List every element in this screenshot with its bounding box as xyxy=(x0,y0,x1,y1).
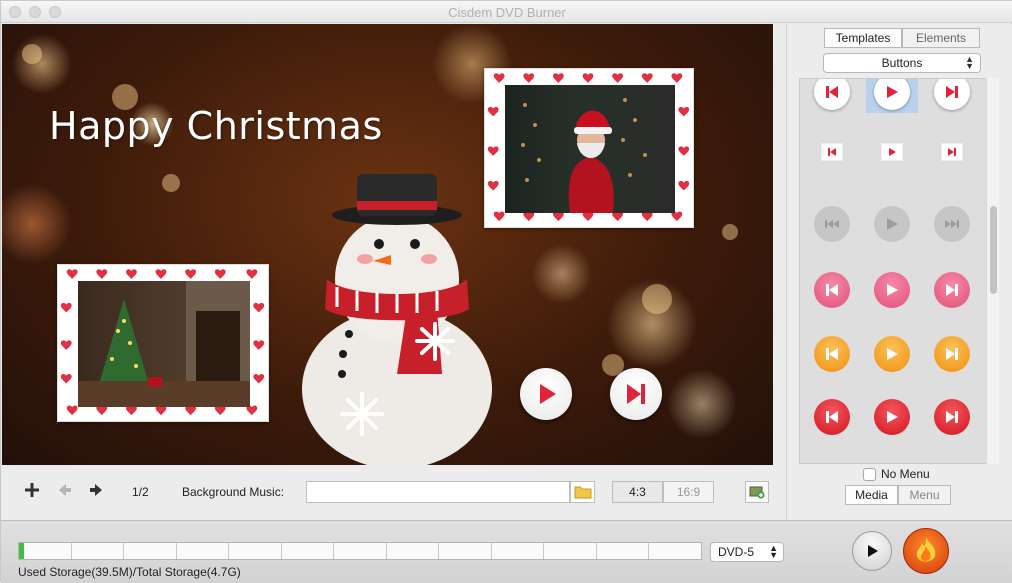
plus-icon xyxy=(25,483,39,497)
bokeh-light xyxy=(22,44,42,64)
play-icon xyxy=(868,545,878,557)
chevron-updown-icon: ▲ ▼ xyxy=(965,54,974,71)
play-icon xyxy=(887,411,898,423)
play-icon xyxy=(887,348,898,360)
no-menu-checkbox[interactable] xyxy=(863,467,876,481)
chapter-thumbnail-frame[interactable] xyxy=(57,264,269,422)
template-category-value: Buttons xyxy=(881,56,923,70)
tab-media[interactable]: Media xyxy=(845,485,898,505)
template-prev-button[interactable] xyxy=(806,203,858,245)
skip-back-icon xyxy=(826,411,838,423)
bokeh-light xyxy=(642,284,672,314)
browse-music-button[interactable] xyxy=(570,481,595,503)
burn-button[interactable] xyxy=(903,528,949,574)
template-prev-button[interactable] xyxy=(806,79,858,113)
template-play-button[interactable] xyxy=(866,131,918,173)
template-next-button[interactable] xyxy=(926,131,978,173)
play-icon xyxy=(889,148,896,156)
aspect-4-3-button[interactable]: 4:3 xyxy=(612,481,663,503)
skip-forward-icon xyxy=(946,348,958,360)
disc-type-select[interactable]: DVD-5 ▲ ▼ xyxy=(710,542,784,562)
arrow-left-icon xyxy=(59,484,71,496)
template-prev-button[interactable] xyxy=(806,269,858,311)
skip-forward-icon xyxy=(948,148,956,156)
skip-forward-icon xyxy=(946,284,958,296)
rewind-icon xyxy=(825,220,839,228)
next-chapter-icon xyxy=(627,384,645,404)
menu-next-chapter-button[interactable] xyxy=(610,368,662,420)
skip-back-icon xyxy=(826,86,838,98)
snowman-decoration xyxy=(287,159,507,465)
background-music-field[interactable] xyxy=(306,481,570,503)
play-icon xyxy=(540,384,556,404)
add-page-button[interactable] xyxy=(25,481,39,502)
template-play-button[interactable] xyxy=(866,396,918,438)
template-prev-button[interactable] xyxy=(806,131,858,173)
bokeh-light xyxy=(722,224,738,240)
button-template-grid xyxy=(799,78,999,464)
scrollbar-thumb[interactable] xyxy=(990,206,997,294)
template-play-button[interactable] xyxy=(866,269,918,311)
bokeh-light xyxy=(162,174,180,192)
template-next-button[interactable] xyxy=(926,396,978,438)
previous-page-button[interactable] xyxy=(59,481,71,502)
storage-progress-bar xyxy=(18,542,702,560)
template-next-button[interactable] xyxy=(926,79,978,113)
template-category-select[interactable]: Buttons ▲ ▼ xyxy=(823,53,981,73)
folder-icon xyxy=(574,486,591,499)
skip-back-icon xyxy=(826,284,838,296)
skip-back-icon xyxy=(828,148,836,156)
skip-back-icon xyxy=(826,348,838,360)
tab-templates[interactable]: Templates xyxy=(824,28,902,48)
play-icon xyxy=(887,218,898,230)
template-prev-button[interactable] xyxy=(806,396,858,438)
next-page-button[interactable] xyxy=(90,481,102,502)
template-play-button[interactable] xyxy=(866,203,918,245)
no-menu-label: No Menu xyxy=(881,467,930,481)
skip-forward-icon xyxy=(946,86,958,98)
fast-forward-icon xyxy=(945,220,959,228)
template-scrollbar[interactable] xyxy=(986,78,999,464)
storage-progress-fill xyxy=(19,543,25,559)
image-add-icon xyxy=(749,486,765,499)
window-title: Cisdem DVD Burner xyxy=(448,5,566,20)
template-next-button[interactable] xyxy=(926,203,978,245)
tab-elements[interactable]: Elements xyxy=(902,28,980,48)
page-indicator: 1/2 xyxy=(132,485,149,499)
preview-play-button[interactable] xyxy=(852,531,892,571)
santa-photo xyxy=(505,85,675,213)
template-next-button[interactable] xyxy=(926,333,978,375)
template-play-button[interactable] xyxy=(866,333,918,375)
template-play-button[interactable] xyxy=(866,79,918,113)
menu-preview-canvas[interactable]: Happy Christmas xyxy=(2,24,773,465)
play-icon xyxy=(887,86,898,98)
app-window: Cisdem DVD Burner Happy Christmas 1/2 Ba… xyxy=(0,0,1012,583)
chevron-updown-icon: ▲ ▼ xyxy=(769,543,778,560)
menu-title-text[interactable]: Happy Christmas xyxy=(49,104,383,148)
flame-icon xyxy=(916,537,936,562)
tab-menu[interactable]: Menu xyxy=(898,485,951,505)
living-room-photo xyxy=(78,281,250,407)
template-next-button[interactable] xyxy=(926,269,978,311)
menu-play-button[interactable] xyxy=(520,368,572,420)
aspect-16-9-button[interactable]: 16:9 xyxy=(663,481,714,503)
chapter-thumbnail-frame[interactable] xyxy=(484,68,694,228)
disc-type-value: DVD-5 xyxy=(718,545,755,559)
no-menu-option[interactable]: No Menu xyxy=(863,467,930,481)
skip-forward-icon xyxy=(946,411,958,423)
play-icon xyxy=(887,284,898,296)
add-media-button[interactable] xyxy=(745,481,769,503)
storage-status-text: Used Storage(39.5M)/Total Storage(4.7G) xyxy=(18,565,241,579)
arrow-right-icon xyxy=(90,484,102,496)
template-prev-button[interactable] xyxy=(806,333,858,375)
title-bar: Cisdem DVD Burner xyxy=(1,1,1012,23)
background-music-label: Background Music: xyxy=(182,485,285,499)
